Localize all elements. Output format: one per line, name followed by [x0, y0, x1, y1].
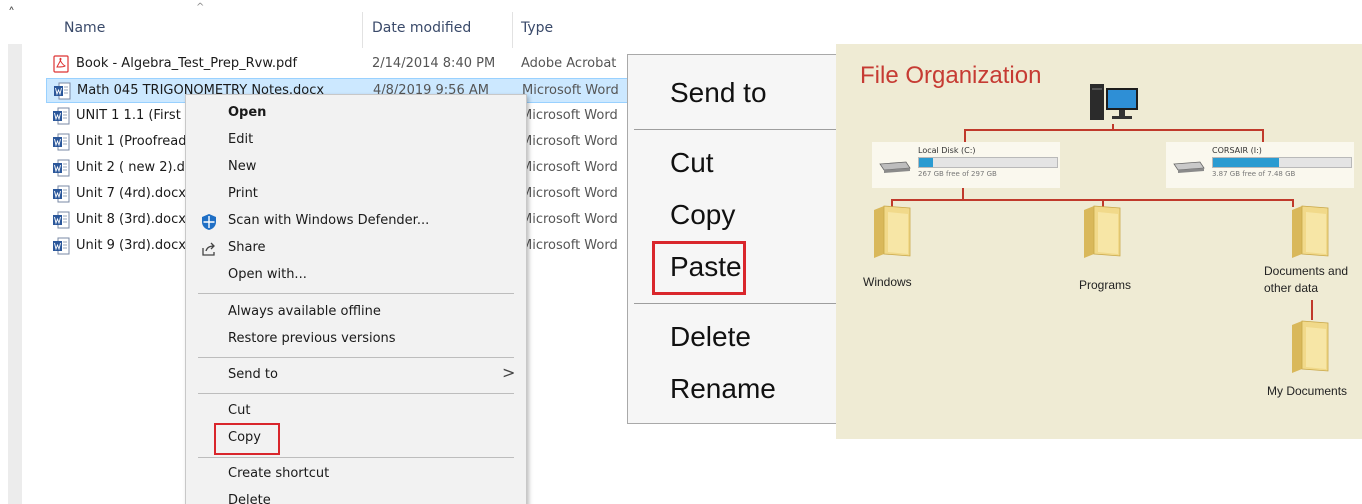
file-type: Microsoft Word	[521, 212, 618, 227]
context-menu: Open Edit New Print Scan with Windows De…	[185, 94, 527, 504]
folder-icon	[1292, 320, 1329, 373]
file-name: Unit 2 ( new 2).d	[76, 160, 185, 175]
file-name: Unit 7 (4rd).docx	[76, 186, 186, 201]
enlarged-context-menu: Send to Cut Copy Paste Delete Rename	[627, 54, 849, 424]
word-doc-icon	[54, 82, 71, 100]
collapse-arrow-icon[interactable]: ˄	[8, 6, 15, 22]
file-type: Microsoft Word	[521, 186, 618, 201]
drive-usage-bar	[1212, 157, 1352, 168]
drive-usage-fill	[919, 158, 933, 167]
folder-label-documents: Documents and	[1264, 264, 1349, 278]
folder-label-documents-line2: other data	[1264, 281, 1319, 295]
connector-line	[1311, 300, 1313, 320]
file-name: Book - Algebra_Test_Prep_Rvw.pdf	[76, 56, 298, 71]
word-doc-icon	[53, 237, 70, 255]
pdf-icon	[53, 55, 69, 73]
word-doc-icon	[53, 159, 70, 177]
copy-highlight-box	[214, 423, 280, 455]
column-header-name[interactable]: Name	[64, 20, 105, 36]
menu-item-edit[interactable]: Edit	[228, 132, 253, 147]
word-doc-icon	[53, 211, 70, 229]
folder-icon	[1084, 205, 1121, 258]
folder-icon	[874, 205, 911, 258]
column-divider[interactable]	[512, 12, 513, 48]
menu-item-restore-versions[interactable]: Restore previous versions	[228, 331, 396, 346]
file-name: Unit 8 (3rd).docx	[76, 212, 186, 227]
menu-item-open[interactable]: Open	[228, 105, 266, 120]
menu-separator	[198, 457, 514, 458]
paste-highlight-box	[652, 241, 746, 295]
column-header-type[interactable]: Type	[521, 20, 553, 36]
menu-separator	[198, 393, 514, 394]
file-type: Microsoft Word	[521, 134, 618, 149]
file-type: Microsoft Word	[522, 83, 619, 98]
folder-label-programs: Programs	[1079, 278, 1132, 292]
drive-usage-bar	[918, 157, 1058, 168]
file-row[interactable]: Book - Algebra_Test_Prep_Rvw.pdf 2/14/201…	[46, 52, 628, 77]
big-menu-cut[interactable]: Cut	[670, 147, 714, 179]
column-header-date-modified[interactable]: Date modified	[372, 20, 471, 36]
menu-item-new[interactable]: New	[228, 159, 256, 174]
menu-item-create-shortcut[interactable]: Create shortcut	[228, 466, 329, 481]
chevron-right-icon: >	[502, 363, 516, 382]
drive-usage-fill	[1213, 158, 1280, 167]
menu-item-scan-defender[interactable]: Scan with Windows Defender...	[228, 213, 429, 228]
drive-corsair: CORSAIR (I:) 3.87 GB free of 7.48 GB	[1166, 142, 1354, 188]
file-type: Microsoft Word	[521, 108, 618, 123]
file-type: Microsoft Word	[521, 238, 618, 253]
file-name: UNIT 1 1.1 (First	[76, 108, 181, 123]
file-organization-diagram: File Organization Local Disk (C:) 267 GB…	[836, 44, 1362, 439]
share-icon	[202, 242, 215, 256]
connector-line	[964, 129, 1263, 131]
file-type: Microsoft Word	[521, 160, 618, 175]
file-date-modified: 2/14/2014 8:40 PM	[372, 56, 496, 71]
diagram-title: File Organization	[860, 62, 1042, 89]
column-divider[interactable]	[362, 12, 363, 48]
menu-separator	[634, 303, 846, 304]
big-menu-delete[interactable]: Delete	[670, 321, 751, 353]
menu-item-share[interactable]: Share	[228, 240, 266, 255]
drive-local-disk: Local Disk (C:) 267 GB free of 297 GB	[872, 142, 1060, 188]
menu-item-open-with[interactable]: Open with...	[228, 267, 307, 282]
menu-item-always-offline[interactable]: Always available offline	[228, 304, 381, 319]
folder-label-windows: Windows	[863, 275, 912, 289]
navigation-scrollbar[interactable]	[8, 44, 22, 504]
drive-free-space: 3.87 GB free of 7.48 GB	[1212, 170, 1296, 178]
menu-item-delete[interactable]: Delete	[228, 493, 271, 504]
connector-line	[891, 199, 1294, 201]
drive-name: CORSAIR (I:)	[1212, 146, 1262, 155]
connector-line	[962, 188, 964, 200]
word-doc-icon	[53, 107, 70, 125]
menu-item-send-to[interactable]: Send to	[228, 367, 278, 382]
big-menu-copy[interactable]: Copy	[670, 199, 735, 231]
file-name: Unit 1 (Proofread	[76, 134, 187, 149]
usb-drive-icon	[1173, 161, 1205, 173]
file-type: Adobe Acrobat	[521, 56, 617, 71]
connector-line	[1262, 129, 1264, 143]
folder-label-my-documents: My Documents	[1267, 384, 1348, 398]
word-doc-icon	[53, 185, 70, 203]
menu-separator	[198, 293, 514, 294]
drive-free-space: 267 GB free of 297 GB	[918, 170, 997, 178]
windows-defender-icon	[202, 214, 216, 230]
word-doc-icon	[53, 133, 70, 151]
menu-separator	[634, 129, 846, 130]
menu-item-print[interactable]: Print	[228, 186, 258, 201]
menu-item-cut[interactable]: Cut	[228, 403, 250, 418]
computer-icon	[1090, 84, 1138, 120]
file-explorer: ˄ ^ Name Date modified Type Book - Algeb…	[0, 0, 628, 504]
file-name: Unit 9 (3rd).docx	[76, 238, 186, 253]
menu-separator	[198, 357, 514, 358]
big-menu-send-to[interactable]: Send to	[670, 77, 767, 109]
drive-name: Local Disk (C:)	[918, 146, 976, 155]
connector-line	[964, 129, 966, 143]
sort-ascending-icon: ^	[196, 2, 205, 13]
hard-drive-icon	[879, 161, 911, 173]
folder-icon	[1292, 205, 1329, 258]
big-menu-rename[interactable]: Rename	[670, 373, 776, 405]
